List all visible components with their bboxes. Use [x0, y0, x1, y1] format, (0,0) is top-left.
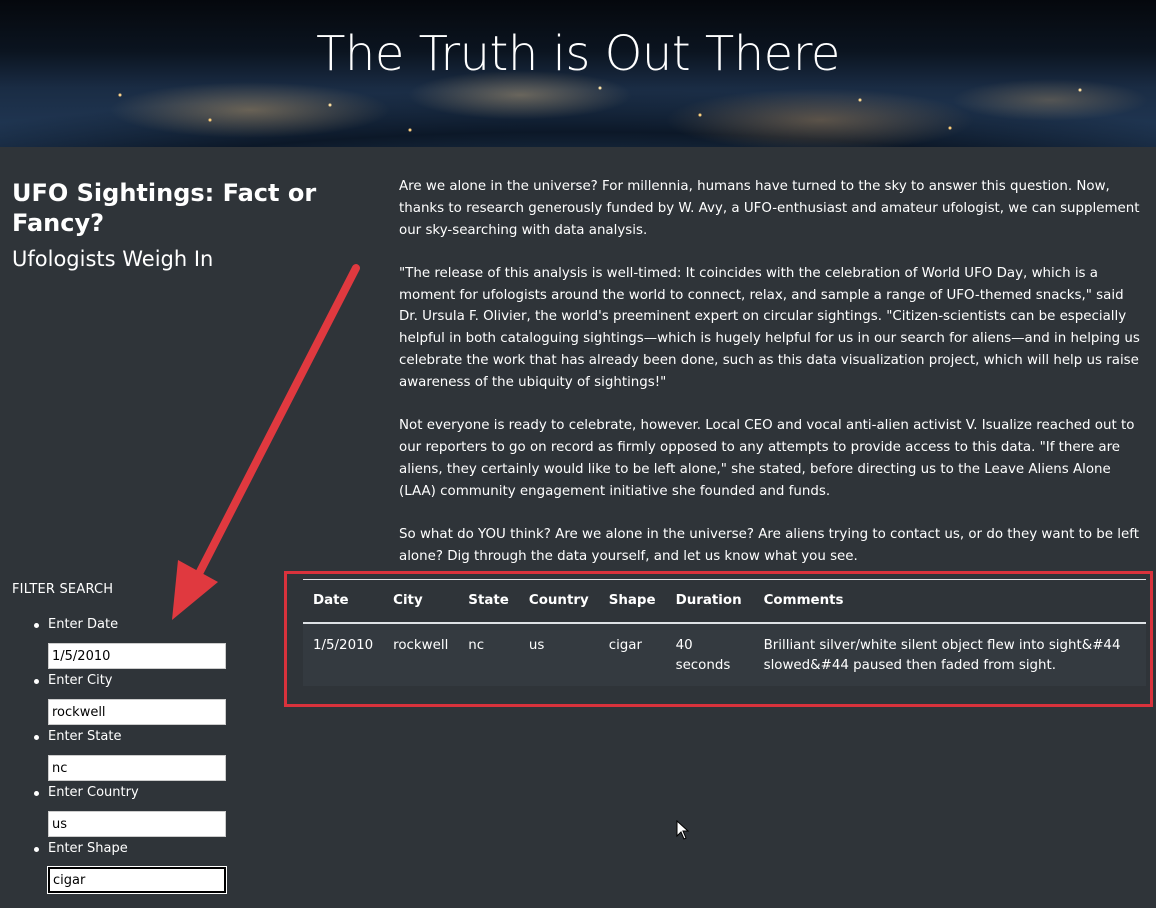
- header-country: Country: [518, 579, 599, 624]
- city-input[interactable]: [48, 699, 226, 725]
- shape-input[interactable]: [47, 866, 227, 894]
- article-paragraph: So what do YOU think? Are we alone in th…: [399, 526, 1139, 564]
- table-header-row: Date City State Country Shape Duration C…: [303, 579, 1146, 624]
- article-paragraph: Not everyone is ready to celebrate, howe…: [399, 418, 1135, 499]
- country-input[interactable]: [48, 811, 226, 837]
- filter-label-city: Enter City: [48, 673, 113, 688]
- filter-item-date: Enter Date: [12, 616, 272, 672]
- filter-title: FILTER SEARCH: [12, 582, 114, 597]
- filter-label-date: Enter Date: [48, 617, 119, 632]
- state-input[interactable]: [48, 755, 226, 781]
- filter-item-city: Enter City: [12, 672, 272, 728]
- filter-label-country: Enter Country: [48, 785, 139, 800]
- filter-label-state: Enter State: [48, 729, 122, 744]
- article-body: Are we alone in the universe? For millen…: [399, 176, 1144, 589]
- header-comments: Comments: [753, 579, 1146, 624]
- table-row: 1/5/2010 rockwell nc us cigar 40 seconds…: [303, 622, 1146, 686]
- header-city: City: [383, 579, 459, 624]
- article-paragraph: "The release of this analysis is well-ti…: [399, 265, 1140, 390]
- cell-duration: 40 seconds: [665, 622, 754, 686]
- article-paragraph: Are we alone in the universe? For millen…: [399, 179, 1140, 238]
- cell-shape: cigar: [598, 622, 666, 686]
- filter-item-state: Enter State: [12, 728, 272, 784]
- cell-state: nc: [458, 622, 519, 686]
- sightings-table: Date City State Country Shape Duration C…: [303, 579, 1146, 686]
- header-shape: Shape: [598, 579, 666, 624]
- hero-banner: The Truth is Out There: [0, 0, 1156, 147]
- cell-date: 1/5/2010: [303, 622, 384, 686]
- hero-title: The Truth is Out There: [316, 26, 840, 82]
- filter-item-shape: Enter Shape: [12, 840, 272, 896]
- header-duration: Duration: [665, 579, 754, 624]
- date-input[interactable]: [48, 643, 226, 669]
- cell-country: us: [518, 622, 599, 686]
- cell-city: rockwell: [383, 622, 459, 686]
- filter-panel: FILTER SEARCH Enter Date Enter City Ente…: [12, 580, 272, 896]
- cell-comments: Brilliant silver/white silent object fle…: [753, 622, 1146, 686]
- filter-item-country: Enter Country: [12, 784, 272, 840]
- filter-label-shape: Enter Shape: [48, 841, 128, 856]
- header-state: State: [458, 579, 519, 624]
- mouse-cursor-icon: [676, 820, 690, 840]
- filter-list: Enter Date Enter City Enter State Enter …: [12, 616, 272, 896]
- header-date: Date: [303, 579, 384, 624]
- page-title: UFO Sightings: Fact or Fancy?: [12, 179, 317, 237]
